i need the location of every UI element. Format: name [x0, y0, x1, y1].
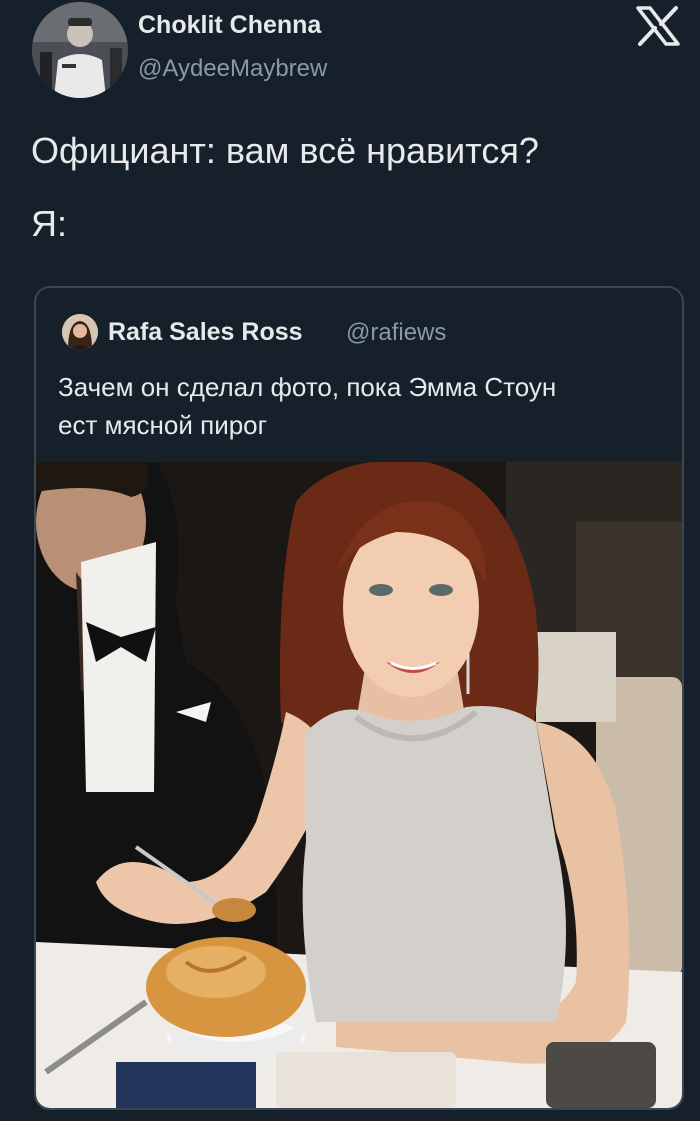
quoted-tweet-photo[interactable] [36, 462, 682, 1108]
quoted-author-display-name[interactable]: Rafa Sales Ross [108, 318, 303, 347]
x-logo-icon[interactable] [636, 6, 680, 46]
author-display-name[interactable]: Choklit Chenna [138, 11, 321, 40]
author-handle[interactable]: @AydeeMaybrew [138, 55, 327, 83]
quoted-author-avatar[interactable] [62, 314, 98, 350]
quoted-tweet-text: Зачем он сделал фото, пока Эмма Стоун ес… [58, 368, 658, 444]
author-avatar[interactable] [32, 2, 128, 98]
user-avatar-icon [62, 314, 98, 350]
quoted-tweet-text-line: ест мясной пирог [58, 410, 268, 440]
user-avatar-icon [32, 2, 128, 98]
quoted-tweet-text-line: Зачем он сделал фото, пока Эмма Стоун [58, 372, 557, 402]
quoted-author-handle[interactable]: @rafiews [346, 319, 446, 347]
quoted-tweet-card[interactable]: Rafa Sales Ross @rafiews Зачем он сделал… [34, 286, 684, 1110]
tweet-text-line: Официант: вам всё нравится? [31, 130, 539, 171]
tweet-text-line: Я: [31, 203, 67, 244]
